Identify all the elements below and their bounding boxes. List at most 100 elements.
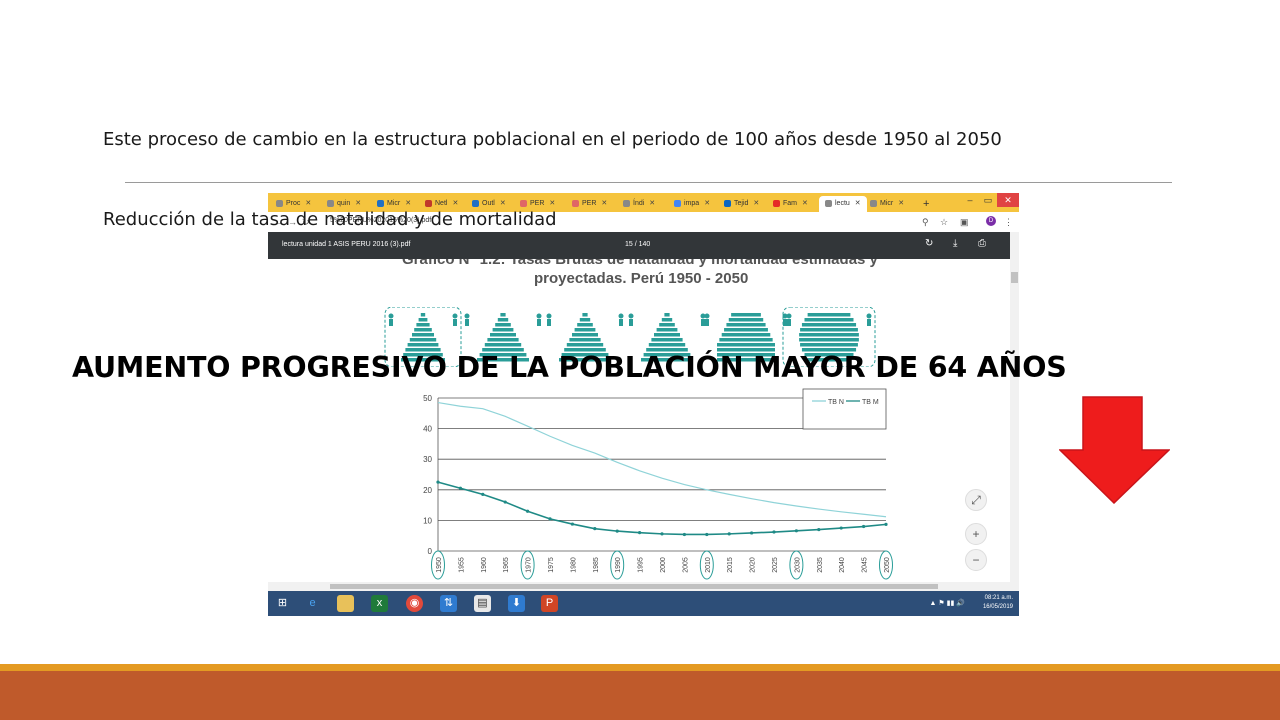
data-point bbox=[682, 532, 686, 537]
x-tick-label: 1985 bbox=[593, 557, 600, 573]
print-icon[interactable]: ⎙ bbox=[978, 238, 986, 249]
chrome-icon[interactable]: ◉ bbox=[406, 595, 423, 612]
tab-close-icon[interactable]: ✕ bbox=[355, 200, 361, 207]
zoom-icon[interactable]: ⚲ bbox=[922, 217, 929, 228]
window-controls: – ▭ ✕ bbox=[961, 193, 1019, 207]
zoom-in-icon[interactable]: + bbox=[965, 523, 987, 545]
browser-tab[interactable]: PER ✕ bbox=[572, 196, 607, 212]
outlook-icon bbox=[377, 199, 384, 207]
data-point bbox=[570, 522, 574, 526]
data-point bbox=[458, 486, 462, 490]
pdf-title: lectura unidad 1 ASIS PERU 2016 (3).pdf bbox=[282, 241, 411, 248]
browser-tab[interactable]: Tejid ✕ bbox=[724, 196, 759, 212]
google-icon bbox=[674, 199, 681, 207]
minimize-icon[interactable]: – bbox=[961, 193, 979, 207]
browser-tab[interactable]: Índi ✕ bbox=[623, 196, 655, 212]
rotate-icon[interactable]: ↻ bbox=[925, 238, 933, 249]
browser-tab-label: impa bbox=[684, 200, 700, 207]
slide-headline: AUMENTO PROGRESIVO DE LA POBLACIÓN MAYOR… bbox=[72, 351, 1067, 384]
data-point bbox=[481, 492, 485, 496]
browser-tab-label: quin bbox=[337, 200, 351, 207]
chart-title-line-2: proyectadas. Perú 1950 - 2050 bbox=[534, 270, 749, 287]
maximize-icon[interactable]: ▭ bbox=[979, 193, 997, 207]
birth-death-rate-chart: 010203040501950 1955 1960 1965 1970 1975 1980 1… bbox=[423, 388, 893, 580]
x-tick-label: 2040 bbox=[839, 557, 846, 573]
x-tick-label: 2005 bbox=[682, 557, 689, 573]
powerpoint-icon[interactable]: P bbox=[541, 595, 558, 612]
excel-icon[interactable]: x bbox=[371, 595, 388, 612]
data-point bbox=[772, 530, 776, 534]
data-point bbox=[839, 526, 843, 530]
windows-taskbar: ⊞ e x ◉ ⇅ ▤ ⬇ P ▲ ⚑ ▮▮ 🔊 08:21 a.m. 16/0… bbox=[268, 591, 1019, 616]
x-tick-label: 2000 bbox=[660, 557, 667, 573]
tab-close-icon[interactable]: ✕ bbox=[500, 200, 506, 207]
data-point bbox=[526, 509, 530, 513]
download-app-icon[interactable]: ⬇ bbox=[508, 595, 525, 612]
x-tick-label: 1955 bbox=[458, 557, 465, 573]
tab-close-icon[interactable]: ✕ bbox=[305, 200, 311, 207]
pdf-toolbar: lectura unidad 1 ASIS PERU 2016 (3).pdf … bbox=[268, 232, 1010, 259]
tab-close-icon[interactable]: ✕ bbox=[452, 200, 458, 207]
vertical-scroll-thumb[interactable] bbox=[1011, 272, 1018, 283]
tab-close-icon[interactable]: ✕ bbox=[549, 200, 555, 207]
file-explorer-icon[interactable] bbox=[337, 595, 354, 612]
data-point bbox=[638, 531, 642, 535]
embedded-browser-screenshot: Proc ✕ quin ✕ Micr ✕ Netl ✕ Outl ✕ PER ✕ PER ✕ Índi ✕ im… bbox=[268, 193, 1019, 616]
browser-tab-label: Micr bbox=[387, 200, 401, 207]
browser-tab[interactable]: lectu ✕ bbox=[819, 196, 867, 212]
globe-icon bbox=[276, 199, 283, 207]
data-point bbox=[660, 532, 664, 536]
fit-page-icon[interactable]: ⤢ bbox=[965, 489, 987, 511]
internet-explorer-icon[interactable]: e bbox=[304, 595, 321, 612]
footer-band bbox=[0, 671, 1280, 720]
menu-icon[interactable]: ⋮ bbox=[1004, 217, 1013, 228]
netlify-icon bbox=[425, 199, 432, 207]
tab-close-icon[interactable]: ✕ bbox=[405, 200, 411, 207]
system-clock[interactable]: 08:21 a.m. 16/05/2019 bbox=[983, 594, 1013, 612]
browser-tab[interactable]: Micr ✕ bbox=[870, 196, 904, 212]
x-tick-label: 1990 bbox=[615, 557, 622, 573]
close-icon[interactable]: ✕ bbox=[997, 193, 1019, 207]
tab-close-icon[interactable]: ✕ bbox=[855, 200, 861, 207]
tab-close-icon[interactable]: ✕ bbox=[898, 200, 904, 207]
windows-start-icon[interactable]: ⊞ bbox=[274, 595, 291, 612]
x-tick-label: 2035 bbox=[817, 557, 824, 573]
extension-icon[interactable]: ▣ bbox=[960, 217, 969, 228]
y-tick-label: 0 bbox=[428, 547, 433, 556]
data-point bbox=[817, 527, 821, 532]
new-tab-icon[interactable]: + bbox=[923, 196, 929, 212]
data-point bbox=[750, 531, 754, 535]
x-tick-label: 1995 bbox=[638, 557, 645, 573]
data-point bbox=[436, 480, 440, 484]
globe-icon bbox=[825, 199, 832, 207]
x-tick-label: 1970 bbox=[526, 557, 533, 573]
chart-title-line-1: Gráfico N° 1.2: Tasas Brutas de natalida… bbox=[402, 259, 878, 268]
browser-tab-label: Micr bbox=[880, 200, 894, 207]
globe-icon bbox=[327, 199, 334, 207]
browser-tab[interactable]: Fam ✕ bbox=[773, 196, 808, 212]
app-sync-icon[interactable]: ⇅ bbox=[440, 595, 457, 612]
download-icon[interactable]: ⤓ bbox=[953, 238, 957, 249]
slide-text-line-1: Este proceso de cambio en la estructura … bbox=[103, 129, 1002, 150]
pdf-icon bbox=[520, 199, 527, 207]
browser-tab[interactable]: impa ✕ bbox=[674, 196, 710, 212]
tab-close-icon[interactable]: ✕ bbox=[601, 200, 607, 207]
zoom-out-icon[interactable]: − bbox=[965, 549, 987, 571]
tab-close-icon[interactable]: ✕ bbox=[753, 200, 759, 207]
x-tick-label: 2020 bbox=[750, 557, 757, 573]
horizontal-scroll-thumb[interactable] bbox=[330, 584, 938, 589]
app-window-icon[interactable]: ▤ bbox=[474, 595, 491, 612]
tab-close-icon[interactable]: ✕ bbox=[704, 200, 710, 207]
star-icon[interactable]: ☆ bbox=[940, 217, 948, 228]
system-tray-icons[interactable]: ▲ ⚑ ▮▮ 🔊 bbox=[930, 599, 965, 607]
profile-avatar[interactable]: D bbox=[986, 216, 996, 226]
horizontal-scrollbar[interactable] bbox=[268, 582, 1019, 591]
globe-icon bbox=[623, 199, 630, 207]
vertical-scrollbar[interactable] bbox=[1010, 232, 1019, 582]
tab-close-icon[interactable]: ✕ bbox=[802, 200, 808, 207]
data-point bbox=[593, 527, 597, 531]
x-tick-label: 1980 bbox=[570, 557, 577, 573]
x-tick-label: 2050 bbox=[884, 557, 891, 573]
globe-icon bbox=[870, 199, 877, 207]
tab-close-icon[interactable]: ✕ bbox=[649, 200, 655, 207]
